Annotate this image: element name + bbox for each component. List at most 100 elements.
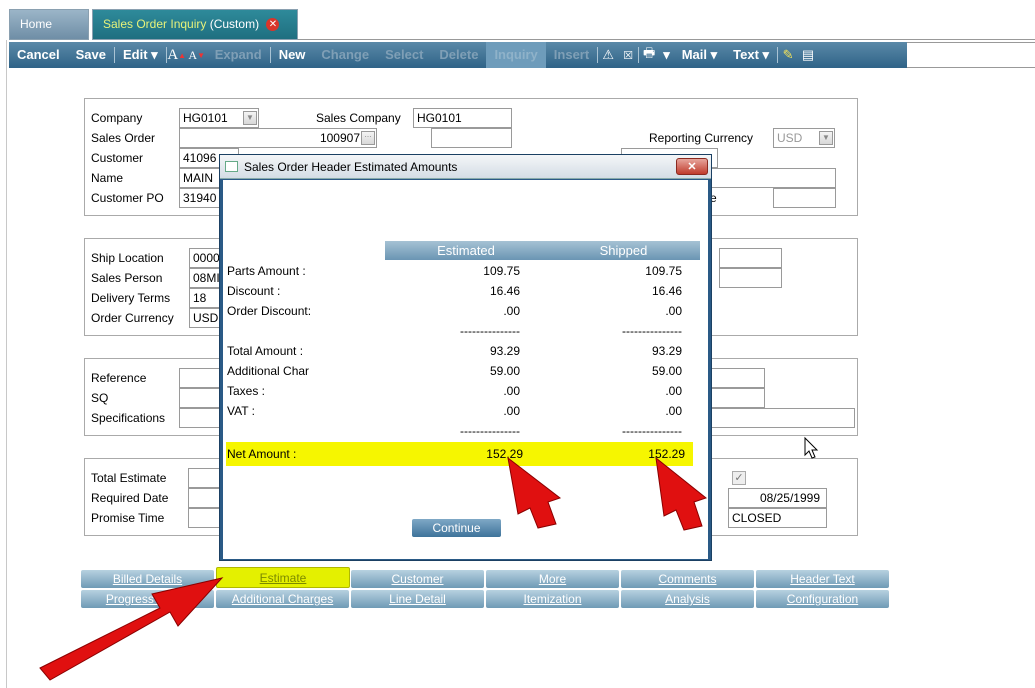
sales-company-value: HG0101 [417,111,462,125]
edit-menu-button[interactable]: Edit ▾ [115,42,166,68]
estimated-column-header: Estimated [385,241,547,260]
configuration-button[interactable]: Configuration [756,590,889,608]
insert-button[interactable]: Insert [546,42,597,68]
select-button[interactable]: Select [377,42,431,68]
chevron-down-icon[interactable]: ▼ [819,131,833,145]
sq-right-field[interactable] [709,388,765,408]
status-field[interactable]: CLOSED [728,508,827,528]
change-button[interactable]: Change [313,42,377,68]
progress-billing-button[interactable]: Progress Billing [81,590,214,608]
row-estimated-value: .00 [503,384,520,398]
itemization-button[interactable]: Itemization [486,590,619,608]
comments-button[interactable]: Comments [621,570,754,588]
reporting-currency-value: USD [777,131,803,145]
notes-icon[interactable]: ▤ [798,42,818,68]
dialog-body: Estimated Shipped Parts Amount : 109.75 … [223,180,708,559]
row-estimated-value: .00 [503,404,520,418]
analysis-button[interactable]: Analysis [621,590,754,608]
ship-right-field-1[interactable] [719,248,782,268]
clear-icon[interactable]: ☒ [618,42,638,68]
cancel-button[interactable]: Cancel [9,42,68,68]
name-value: MAIN [183,171,213,185]
tab-sales-order-inquiry[interactable]: Sales Order Inquiry (Custom) ✕ [92,9,298,40]
reference-label: Reference [91,371,147,385]
customer-button[interactable]: Customer [351,570,484,588]
specifications-right-field[interactable] [709,408,855,428]
net-amount-row: Net Amount : 152.29 152.29 [226,442,693,466]
warning-icon[interactable]: ⚠ [598,42,618,68]
highlighter-icon[interactable]: ✎ [778,42,798,68]
estimated-amounts-dialog: Sales Order Header Estimated Amounts ✕ E… [219,154,712,561]
sales-company-label: Sales Company [316,111,401,125]
expand-button[interactable]: Expand [207,42,270,68]
row-shipped-value: 109.75 [645,264,682,278]
continue-button[interactable]: Continue [412,519,501,537]
tab-home-page[interactable]: Home Page [9,9,89,59]
date-value: 08/25/1999 [759,491,820,505]
toolbar-extension [907,42,1035,68]
order-currency-label: Order Currency [91,311,174,325]
ship-right-field-2[interactable] [719,268,782,288]
sales-order-extra-field[interactable] [431,128,512,148]
name-label: Name [91,171,124,185]
status-value: CLOSED [732,511,782,525]
row-label: Additional Char [227,364,310,378]
sales-order-label: Sales Order [91,131,156,145]
sales-order-field[interactable]: 100907 [179,128,377,148]
close-icon[interactable]: ✕ [676,158,708,175]
mail-menu-button[interactable]: Mail ▾ [674,42,725,68]
font-increase-icon[interactable]: A ▲ [167,42,187,68]
specifications-label: Specifications [91,411,166,425]
row-shipped-value: .00 [665,404,682,418]
row-estimated-value: 59.00 [489,364,520,378]
lookup-icon[interactable]: ⋯ [361,131,375,145]
tab-active-suffix: (Custom) [206,17,260,31]
net-amount-estimated: 152.29 [486,447,523,461]
name-extra-field[interactable] [711,168,836,188]
header-text-button[interactable]: Header Text [756,570,889,588]
header-right-field[interactable] [773,188,836,208]
estimate-button[interactable]: Estimate [216,567,350,588]
divider-shipped: --------------- [622,424,682,438]
reference-right-field[interactable] [709,368,765,388]
company-value: HG0101 [183,111,228,125]
divider-estimated: --------------- [460,324,520,338]
customer-po-value: 31940 [183,191,217,205]
chevron-down-icon[interactable]: ▼ [243,111,257,125]
window-icon [225,161,238,172]
row-estimated-value: 109.75 [483,264,520,278]
close-tab-icon[interactable]: ✕ [266,18,280,32]
delete-button[interactable]: Delete [431,42,486,68]
font-decrease-icon[interactable]: A ▼ [187,42,207,68]
additional-charges-button[interactable]: Additional Charges [216,590,349,608]
dialog-title-bar[interactable]: Sales Order Header Estimated Amounts ✕ [220,155,711,179]
row-shipped-value: 59.00 [651,364,682,378]
divider-shipped: --------------- [622,324,682,338]
shipped-column-header: Shipped [547,241,700,260]
row-shipped-value: .00 [665,384,682,398]
billed-details-button[interactable]: Billed Details [81,570,214,588]
sales-order-value: 100907 [319,131,360,145]
row-label: Taxes : [227,384,266,398]
reporting-currency-label: Reporting Currency [649,131,754,145]
sq-label: SQ [91,391,109,405]
row-shipped-value: .00 [665,304,682,318]
delivery-terms-label: Delivery Terms [91,291,171,305]
line-detail-button[interactable]: Line Detail [351,590,484,608]
promise-time-label: Promise Time [91,511,165,525]
row-shipped-value: 16.46 [651,284,682,298]
print-icon[interactable]: 🖶 [639,42,659,68]
required-date-label: Required Date [91,491,169,505]
customer-label: Customer [91,151,144,165]
sales-company-field[interactable]: HG0101 [413,108,512,128]
inquiry-button[interactable]: Inquiry [486,42,546,68]
new-button[interactable]: New [271,42,314,68]
text-menu-button[interactable]: Text ▾ [725,42,777,68]
more-button[interactable]: More [486,570,619,588]
checkbox-checked[interactable]: ✓ [732,471,746,485]
save-button[interactable]: Save [68,42,114,68]
print-dropdown-icon[interactable]: ▾ [659,42,674,68]
sales-person-value: 08MI [193,271,220,285]
date-field[interactable]: 08/25/1999 [728,488,827,508]
row-label: VAT : [227,404,256,418]
